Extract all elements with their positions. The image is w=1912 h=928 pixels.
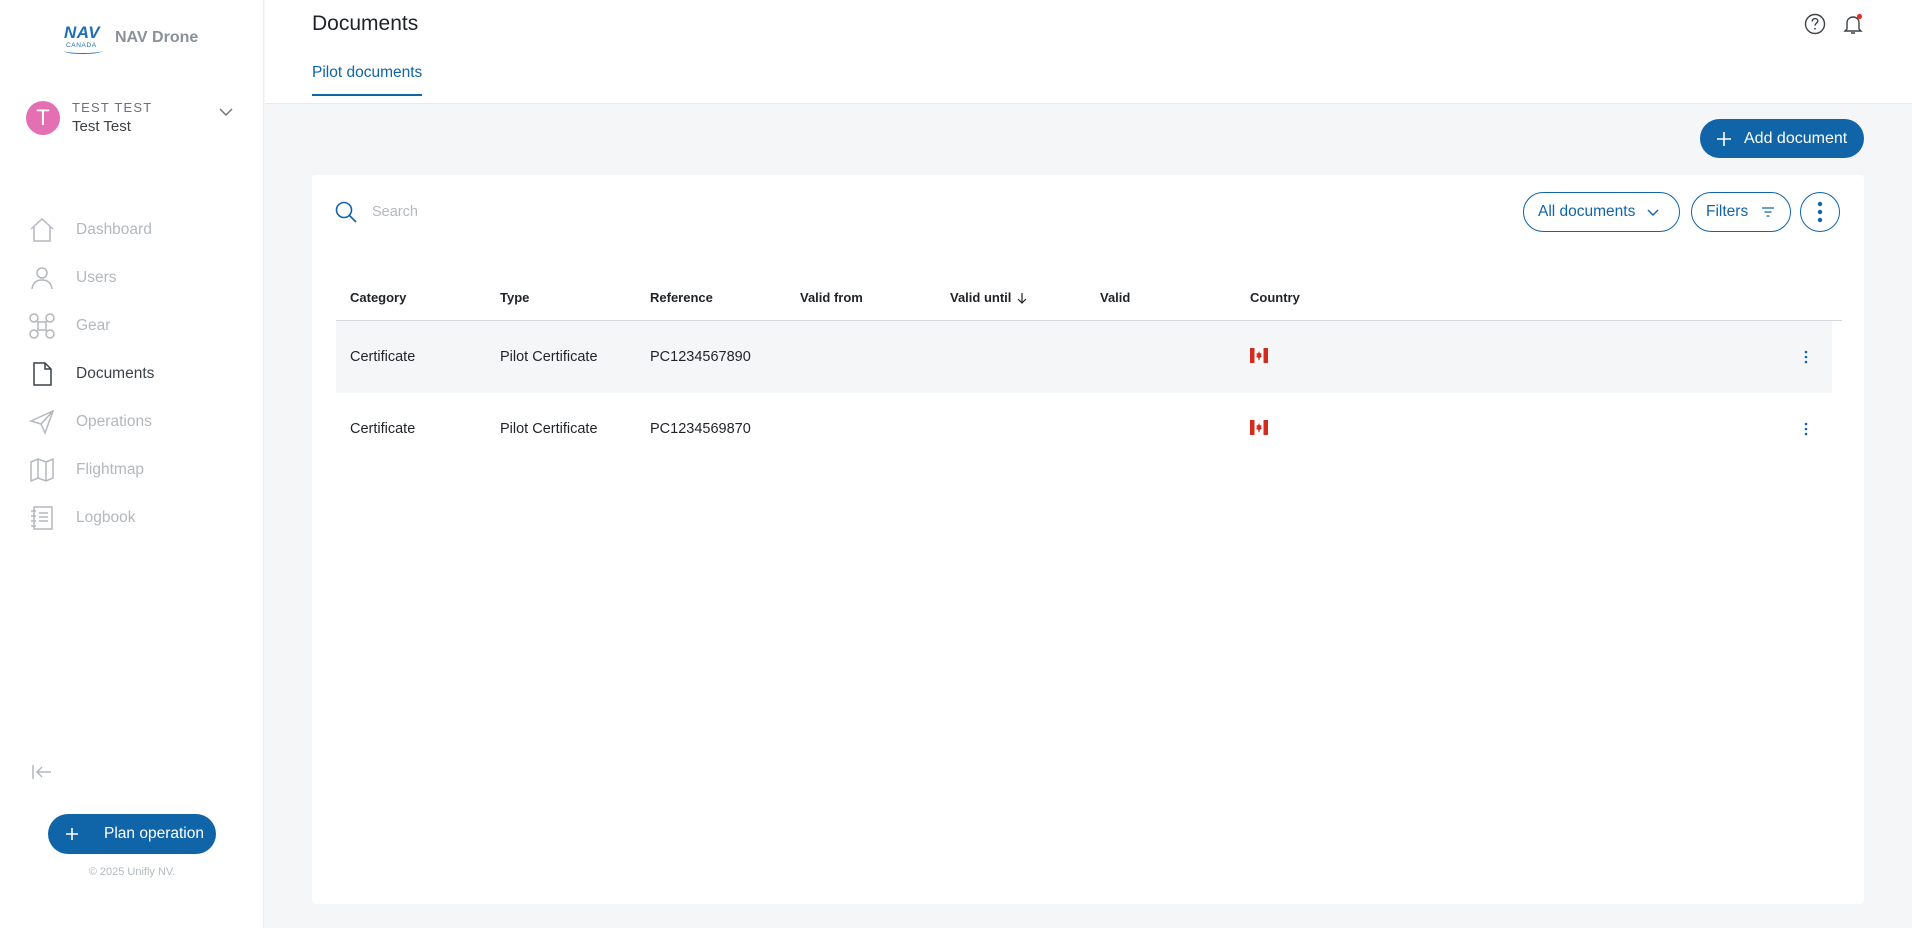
sidebar-item-label: Operations (76, 413, 152, 430)
collapse-sidebar-icon[interactable] (30, 762, 54, 782)
user-menu[interactable]: T TEST TEST Test Test (26, 100, 242, 138)
home-icon (30, 217, 54, 242)
search-input[interactable] (372, 204, 712, 220)
sidebar-item-users[interactable]: Users (28, 254, 248, 302)
table-row[interactable]: Certificate Pilot Certificate PC12345698… (336, 393, 1832, 465)
logo-swoosh (64, 48, 102, 54)
sidebar-item-label: Gear (76, 317, 111, 334)
avatar: T (26, 101, 60, 135)
documents-card: All documents Filters Category Type Refe… (312, 175, 1864, 904)
cell-type: Pilot Certificate (500, 349, 598, 365)
filter-icon (1762, 207, 1775, 217)
user-name: Test Test (72, 118, 131, 135)
logo-text: NAV (64, 23, 101, 42)
sidebar-item-documents[interactable]: Documents (28, 350, 248, 398)
sidebar-nav: Dashboard Users Gear Documents Operation… (28, 206, 248, 542)
cell-reference: PC1234567890 (650, 349, 751, 365)
arrow-down-icon (1017, 292, 1027, 304)
logbook-icon (31, 506, 53, 530)
table-header: Category Type Reference Valid from Valid… (336, 275, 1842, 321)
cell-country (1250, 347, 1268, 367)
more-options-button[interactable] (1800, 192, 1840, 232)
more-vertical-icon (1804, 422, 1808, 436)
sidebar-item-label: Logbook (76, 509, 136, 526)
plan-operation-button[interactable]: Plan operation (48, 814, 216, 854)
plan-operation-label: Plan operation (104, 825, 204, 842)
help-icon[interactable] (1803, 12, 1827, 36)
plus-icon (1717, 131, 1731, 146)
column-header-valid-until-label: Valid until (950, 290, 1012, 305)
document-icon (33, 362, 52, 386)
canada-flag-icon (1250, 419, 1268, 435)
search-bar (334, 197, 734, 227)
column-header-valid-until[interactable]: Valid until (950, 290, 1029, 305)
column-header-country[interactable]: Country (1250, 290, 1300, 305)
add-document-button[interactable]: Add document (1700, 119, 1864, 158)
brand[interactable]: NAV CANADA NAV Drone (64, 20, 198, 56)
filters-button[interactable]: Filters (1691, 192, 1791, 232)
map-icon (30, 457, 54, 483)
nav-canada-logo: NAV CANADA (64, 21, 104, 55)
column-header-valid-from[interactable]: Valid from (800, 290, 863, 305)
canada-flag-icon (1250, 347, 1268, 363)
brand-name: NAV Drone (115, 29, 199, 46)
cell-type: Pilot Certificate (500, 421, 598, 437)
search-icon (335, 201, 357, 223)
sidebar-item-flightmap[interactable]: Flightmap (28, 446, 248, 494)
add-document-label: Add document (1744, 129, 1848, 147)
cell-category: Certificate (350, 421, 416, 437)
documents-table: Category Type Reference Valid from Valid… (336, 275, 1842, 465)
column-header-category[interactable]: Category (350, 290, 406, 305)
all-documents-dropdown[interactable]: All documents (1523, 192, 1680, 232)
copyright: © 2025 Unifly NV. (88, 866, 176, 878)
sidebar-item-label: Documents (76, 365, 155, 382)
notifications-icon[interactable] (1841, 12, 1865, 36)
chevron-down-icon[interactable] (216, 102, 236, 122)
paper-plane-icon (28, 409, 55, 436)
filters-label: Filters (1706, 203, 1749, 220)
sidebar-item-operations[interactable]: Operations (28, 398, 248, 446)
sidebar: NAV CANADA NAV Drone T TEST TEST Test Te… (0, 0, 264, 928)
sidebar-item-label: Flightmap (76, 461, 145, 478)
row-menu-button[interactable] (1796, 345, 1816, 369)
sidebar-item-label: Dashboard (76, 221, 152, 238)
page-header: Documents Pilot documents (265, 0, 1912, 104)
drone-icon (29, 313, 55, 339)
user-organization: TEST TEST (72, 100, 153, 115)
sidebar-item-dashboard[interactable]: Dashboard (28, 206, 248, 254)
row-menu-button[interactable] (1796, 417, 1816, 441)
cell-country (1250, 419, 1268, 439)
sidebar-item-label: Users (76, 269, 117, 286)
more-vertical-icon (1804, 350, 1808, 364)
table-row[interactable]: Certificate Pilot Certificate PC12345678… (336, 321, 1832, 393)
column-header-valid[interactable]: Valid (1100, 290, 1130, 305)
all-documents-label: All documents (1538, 203, 1636, 220)
chevron-down-icon (1647, 209, 1659, 216)
sidebar-item-logbook[interactable]: Logbook (28, 494, 248, 542)
page-title: Documents (312, 12, 419, 35)
sidebar-item-gear[interactable]: Gear (28, 302, 248, 350)
cell-reference: PC1234569870 (650, 421, 751, 437)
user-icon (31, 267, 53, 290)
cell-category: Certificate (350, 349, 416, 365)
plus-icon (66, 828, 78, 840)
column-header-reference[interactable]: Reference (650, 290, 713, 305)
tab-pilot-documents[interactable]: Pilot documents (312, 64, 423, 96)
column-header-type[interactable]: Type (500, 290, 529, 305)
more-vertical-icon (1817, 201, 1823, 223)
